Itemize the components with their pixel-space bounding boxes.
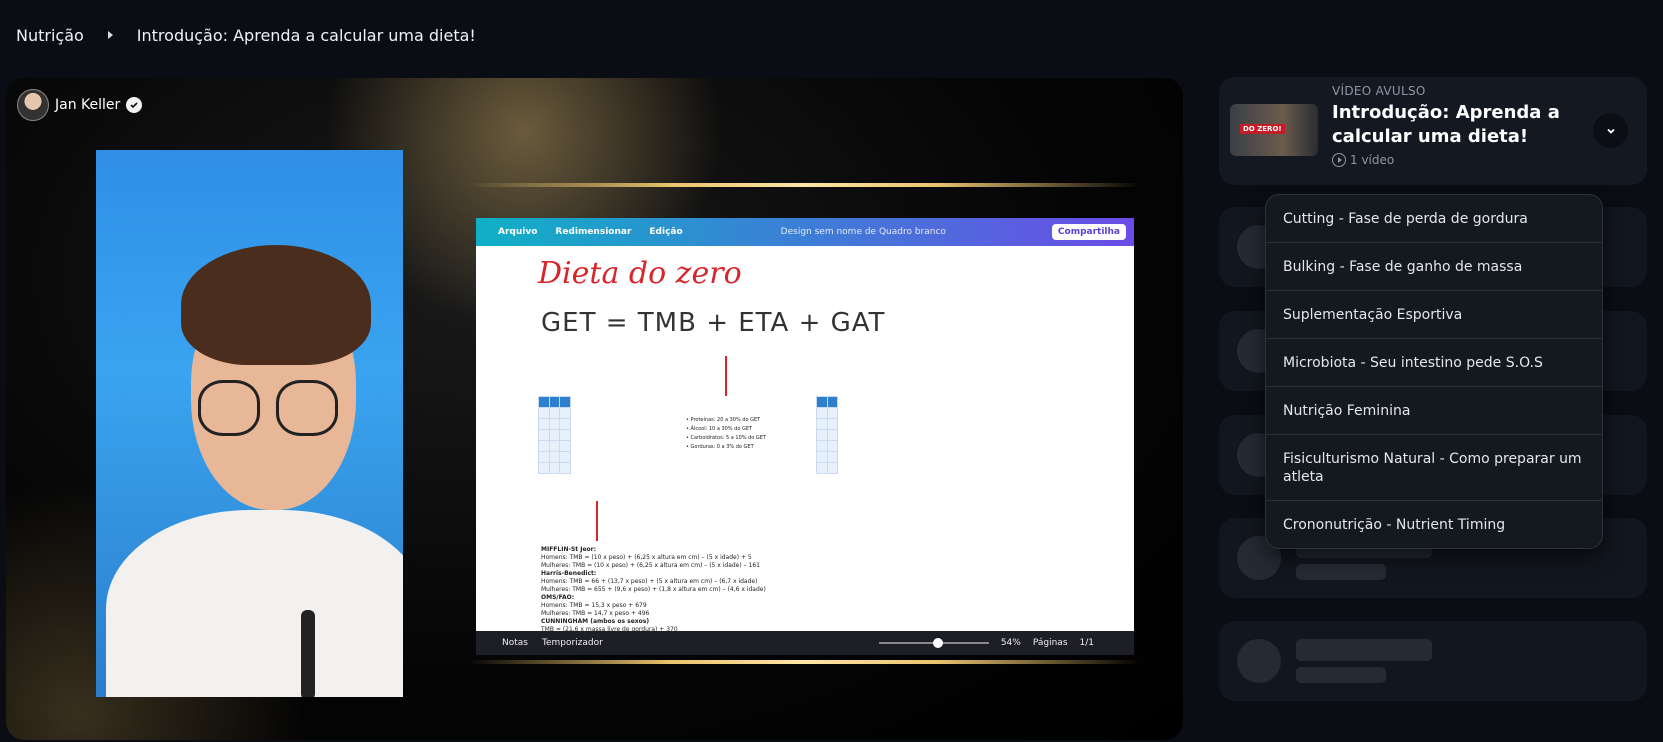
canva-toolbar: Arquivo Redimensionar Edição Design sem …	[476, 218, 1134, 246]
loading-skeleton	[1219, 621, 1647, 701]
note-line: • Proteínas: 20 a 30% do GET	[686, 417, 761, 423]
zoom-slider	[878, 638, 989, 648]
breadcrumb: Nutrição Introdução: Aprenda a calcular …	[0, 0, 1663, 70]
glasses-left-lens	[198, 380, 260, 436]
red-arrow	[725, 356, 727, 396]
note-line: • Álcool: 10 a 30% do GET	[686, 426, 753, 432]
verified-icon	[126, 97, 143, 113]
canva-menu-edit: Edição	[649, 227, 683, 237]
handwritten-title: Dieta do zero	[538, 256, 742, 291]
formula-line: Mulheres: TMB = 14,7 x peso + 496	[541, 610, 650, 617]
note-line: • Carboidratos: 5 a 10% do GET	[686, 435, 766, 441]
play-circle-icon	[1332, 153, 1346, 167]
glasses-right-lens	[276, 380, 338, 436]
formula-line: Homens: TMB = 66 + (13,7 x peso) + (5 x …	[541, 578, 758, 585]
breadcrumb-lesson: Introdução: Aprenda a calcular uma dieta…	[136, 25, 476, 45]
gold-divider-top	[468, 183, 1140, 187]
formula-heading: OMS/FAO:	[541, 594, 575, 601]
formula-line: Mulheres: TMB = 655 + (9,6 x peso) + (1,…	[541, 586, 766, 593]
author-badge[interactable]: Jan Keller	[17, 89, 143, 121]
formula-line: Mulheres: TMB = (10 x peso) + (6,25 x al…	[541, 562, 760, 569]
canva-timer: Temporizador	[541, 638, 603, 648]
whiteboard: Dieta do zero GET = TMB + ETA + GAT • Pr…	[476, 246, 1134, 634]
canva-zoom: 54% Páginas 1/1	[878, 638, 1094, 648]
tmb-formulas: MIFFLIN-St Jeor: Homens: TMB = (10 x pes…	[541, 546, 766, 634]
module-dropdown: Cutting - Fase de perda de gordura Bulki…	[1265, 194, 1603, 549]
lesson-kicker: VÍDEO AVULSO	[1332, 84, 1426, 98]
breadcrumb-course[interactable]: Nutrição	[16, 26, 84, 45]
pages-label: Páginas	[1032, 638, 1068, 648]
activity-table	[816, 396, 839, 474]
formula-line: Homens: TMB = 15,3 x peso + 679	[541, 602, 647, 609]
video-count: 1 vídeo	[1332, 153, 1394, 167]
skeleton-line	[1296, 667, 1386, 683]
pen	[301, 610, 315, 697]
dropdown-item-bodybuilding[interactable]: Fisiculturismo Natural - Como preparar u…	[1266, 435, 1602, 501]
chevron-down-icon	[1606, 128, 1615, 134]
skeleton-line	[1296, 564, 1386, 580]
formula-heading: MIFFLIN-St Jeor:	[541, 546, 597, 553]
handwritten-equation: GET = TMB + ETA + GAT	[541, 308, 886, 338]
avatar[interactable]	[17, 89, 49, 121]
tissue-table	[538, 396, 571, 474]
current-lesson-card[interactable]: DO ZERO! VÍDEO AVULSO Introdução: Aprend…	[1219, 77, 1647, 185]
pages-value: 1/1	[1079, 638, 1094, 648]
presenter-shirt	[106, 510, 403, 697]
dropdown-item-female-nutrition[interactable]: Nutrição Feminina	[1266, 387, 1602, 435]
lesson-thumbnail[interactable]: DO ZERO!	[1230, 104, 1318, 156]
note-line: • Gorduras: 0 a 3% do GET	[686, 444, 754, 450]
canva-share-button: Compartilha	[1051, 224, 1126, 240]
dropdown-item-supplementation[interactable]: Suplementação Esportiva	[1266, 291, 1602, 339]
dropdown-item-microbiota[interactable]: Microbiota - Seu intestino pede S.O.S	[1266, 339, 1602, 387]
formula-heading: CUNNINGHAM (ambos os sexos)	[541, 618, 650, 625]
video-count-label: 1 vídeo	[1350, 153, 1395, 167]
canva-notes: Notas	[502, 638, 528, 648]
lesson-title: Introdução: Aprenda a calcular uma dieta…	[1332, 102, 1560, 147]
red-arrow	[596, 501, 598, 541]
canva-doc-name: Design sem nome de Quadro branco	[780, 227, 946, 237]
formula-line: Homens: TMB = (10 x peso) + (6,25 x altu…	[541, 554, 752, 561]
shared-screen: Arquivo Redimensionar Edição Design sem …	[476, 218, 1134, 655]
dropdown-item-chrononutrition[interactable]: Crononutrição - Nutrient Timing	[1266, 501, 1602, 548]
canva-menu-file: Arquivo	[498, 227, 538, 237]
zoom-value: 54%	[1000, 638, 1021, 648]
presenter-webcam	[96, 150, 403, 697]
thumbnail-tag: DO ZERO!	[1240, 124, 1285, 134]
video-player[interactable]: Jan Keller Arquivo Redimensionar Edição …	[6, 78, 1183, 740]
presenter-hair	[181, 245, 371, 365]
skeleton-circle	[1237, 639, 1281, 683]
macro-notes: • Proteínas: 20 a 30% do GET • Álcool: 1…	[686, 416, 766, 452]
author-name[interactable]: Jan Keller	[55, 97, 120, 113]
gold-divider-bottom	[468, 660, 1140, 664]
zoom-slider-knob	[933, 638, 944, 648]
canva-menu-resize: Redimensionar	[555, 227, 632, 237]
caret-right-icon	[107, 31, 113, 39]
dropdown-item-cutting[interactable]: Cutting - Fase de perda de gordura	[1266, 195, 1602, 243]
skeleton-line	[1296, 639, 1432, 661]
expand-button[interactable]	[1593, 113, 1628, 148]
formula-heading: Harris-Benedict:	[541, 570, 597, 577]
dropdown-item-bulking[interactable]: Bulking - Fase de ganho de massa	[1266, 243, 1602, 291]
canva-footer: Notas Temporizador 54% Páginas 1/1	[476, 631, 1134, 655]
